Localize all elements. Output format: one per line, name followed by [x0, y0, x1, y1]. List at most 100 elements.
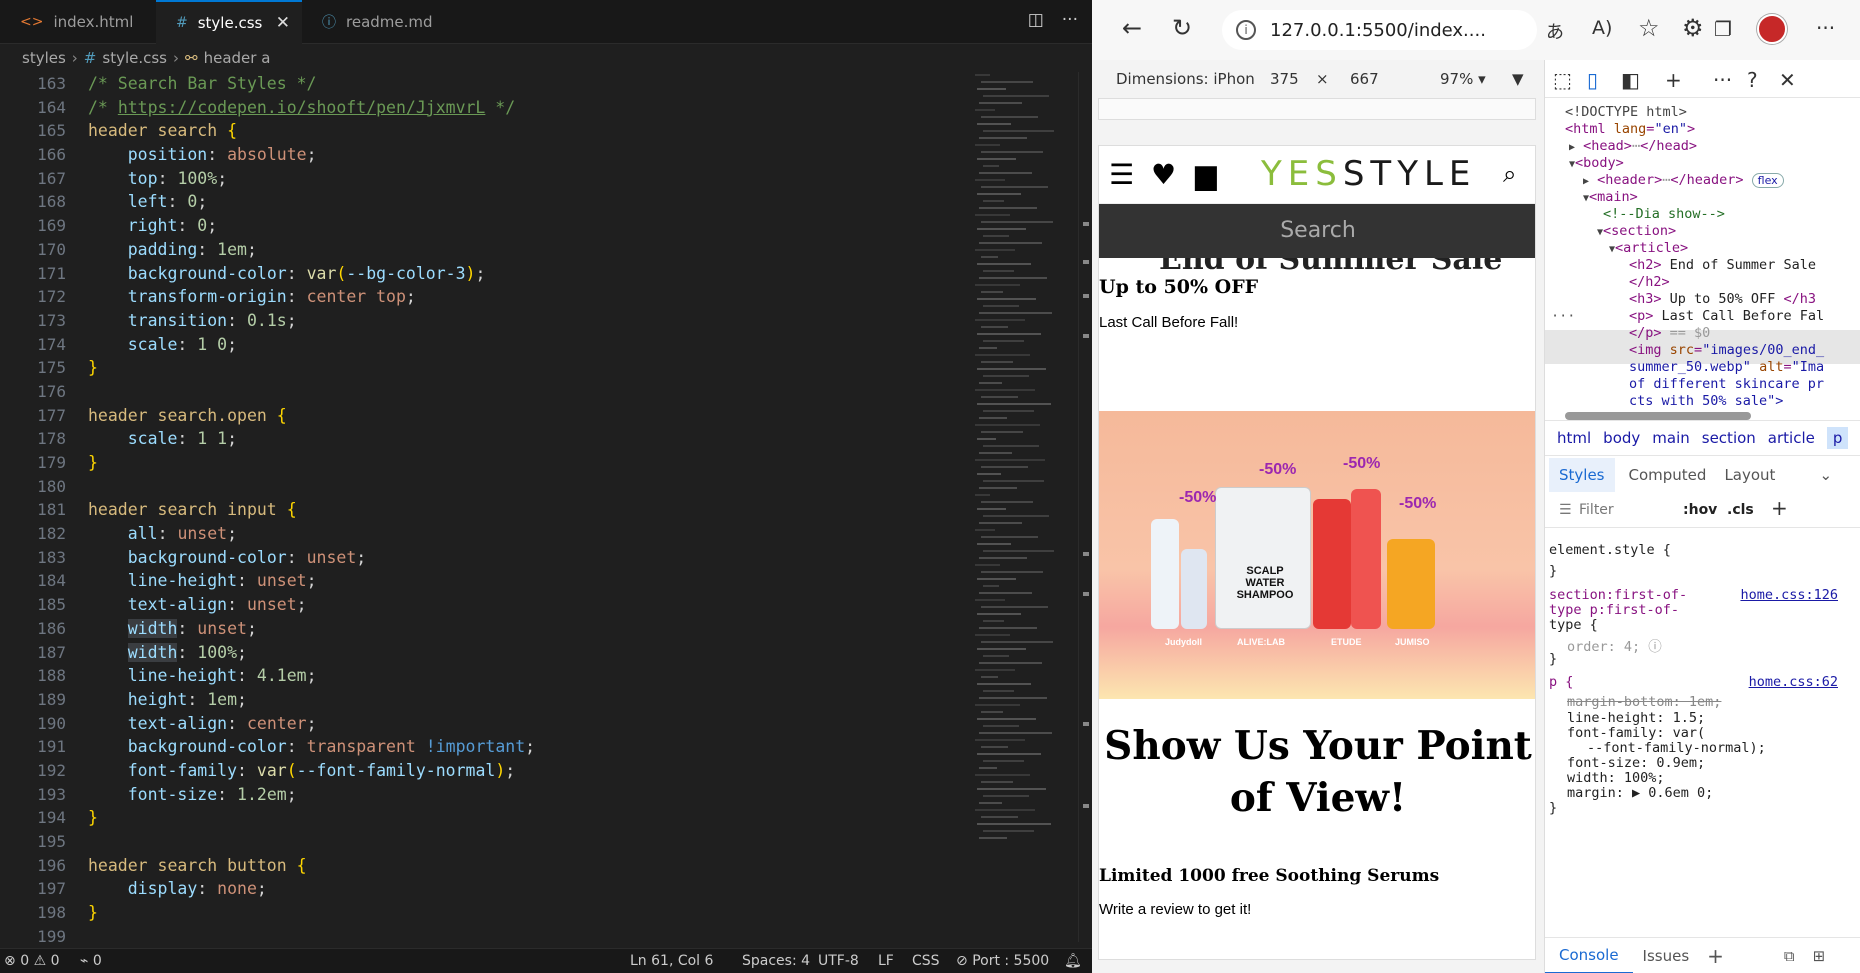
dom-node[interactable]: </p> == $0 [1629, 325, 1710, 341]
add-drawer-tab-icon[interactable]: + [1707, 944, 1724, 968]
tab-readme-md[interactable]: ⓘ readme.md [302, 0, 462, 44]
rule-declaration[interactable]: font-size: 0.9em; [1567, 755, 1705, 771]
close-tab-icon[interactable]: ✕ [276, 13, 290, 33]
source-link[interactable]: home.css:126 [1740, 587, 1838, 603]
back-arrow-icon[interactable]: ← [1122, 14, 1142, 42]
dom-node[interactable]: <html lang="en"> [1565, 121, 1695, 137]
rule-selector[interactable]: element.style { [1549, 542, 1671, 558]
dock-drawer-icon[interactable]: ⧉ [1784, 947, 1795, 965]
breadcrumb-item[interactable]: style.css [102, 49, 167, 67]
more-menu-icon[interactable]: ··· [1816, 16, 1835, 40]
new-rule-icon[interactable]: + [1771, 496, 1788, 520]
tab-console[interactable]: Console [1545, 938, 1633, 973]
dom-node[interactable]: <!--Dia show--> [1603, 206, 1725, 222]
rule-declaration[interactable]: font-family: var( [1567, 725, 1705, 741]
viewport-height-input[interactable]: 667 [1350, 70, 1379, 88]
code-area[interactable]: /* Search Bar Styles */ /* https://codep… [88, 72, 968, 948]
rule-selector[interactable]: section:first-of- [1549, 587, 1687, 603]
rule-declaration[interactable]: width: 100%; [1567, 770, 1665, 786]
rule-selector[interactable]: type p:first-of- [1549, 602, 1679, 618]
translate-icon[interactable]: あ [1546, 18, 1564, 44]
collections-icon[interactable]: ❐ [1714, 17, 1732, 41]
source-link[interactable]: home.css:62 [1749, 674, 1838, 690]
dom-node[interactable]: <p> Last Call Before Fal [1629, 308, 1824, 324]
tab-index-html[interactable]: <> index.html [0, 0, 156, 44]
rule-declaration[interactable]: order: 4; ⓘ [1567, 635, 1662, 655]
dom-node[interactable]: <!DOCTYPE html> [1565, 104, 1687, 120]
elements-tree[interactable]: <!DOCTYPE html> <html lang="en"> ▶ <head… [1545, 98, 1860, 408]
info-icon[interactable]: i [1236, 20, 1256, 40]
rule-declaration-overridden[interactable]: margin-bottom: 1em; [1567, 694, 1721, 710]
indentation[interactable]: Spaces: 4 [742, 953, 810, 969]
rule-declaration[interactable]: line-height: 1.5; [1567, 710, 1705, 726]
line-ending[interactable]: LF [878, 953, 894, 969]
device-toolbar-icon[interactable]: ▯ [1587, 68, 1598, 92]
zoom-select[interactable]: 97% ▾ [1440, 70, 1486, 88]
close-devtools-icon[interactable]: ✕ [1779, 68, 1796, 92]
info-icon[interactable]: ⓘ [1648, 639, 1662, 655]
dom-node[interactable]: cts with 50% sale"> [1629, 393, 1783, 408]
yesstyle-logo[interactable]: YESSTYLE [1261, 154, 1476, 194]
encoding[interactable]: UTF-8 [818, 953, 859, 969]
node-options-icon[interactable]: ··· [1551, 308, 1575, 324]
dom-node[interactable]: <h2> End of Summer Sale [1629, 257, 1816, 273]
breadcrumb-item[interactable]: styles [22, 49, 66, 67]
device-select[interactable]: Dimensions: iPhon [1116, 70, 1255, 88]
dom-node[interactable]: </h2> [1629, 274, 1670, 290]
tab-computed[interactable]: Computed [1629, 466, 1707, 484]
minimap[interactable] [975, 72, 1075, 942]
url-text[interactable]: 127.0.0.1:5500/index.... [1270, 20, 1486, 41]
dom-node[interactable]: summer_50.webp" alt="Ima [1629, 359, 1824, 375]
dom-node[interactable]: <h3> Up to 50% OFF </h3 [1629, 291, 1816, 307]
profile-avatar[interactable] [1757, 14, 1787, 44]
site-search-input[interactable]: Search [1099, 204, 1535, 258]
expand-drawer-icon[interactable]: ⊞ [1813, 947, 1826, 965]
language-mode[interactable]: CSS [912, 953, 940, 969]
breadcrumb-item[interactable]: header a [204, 49, 271, 67]
notification-bell-icon[interactable]: 🔔︎ [1064, 953, 1082, 969]
tab-styles[interactable]: Styles [1549, 458, 1615, 492]
class-toggle[interactable]: .cls [1727, 502, 1754, 518]
dom-node[interactable]: ▼<article> [1609, 240, 1688, 256]
hover-state-toggle[interactable]: :hov [1683, 502, 1717, 518]
hamburger-menu-icon[interactable]: ☰ [1109, 158, 1134, 191]
favorite-star-icon[interactable]: ☆ [1638, 14, 1660, 42]
live-server-port[interactable]: ⊘ Port : 5500 [956, 953, 1049, 969]
chevron-down-icon[interactable]: ⌄ [1819, 466, 1832, 484]
rule-declaration[interactable]: margin: ▶ 0.6em 0; [1567, 785, 1713, 801]
dom-node[interactable]: ▼<body> [1569, 155, 1624, 171]
shopping-bag-icon[interactable]: ▆ [1195, 158, 1217, 191]
inspect-element-icon[interactable]: ⬚ [1553, 68, 1572, 92]
dom-node[interactable]: ▶ <head>⋯</head> [1569, 138, 1697, 154]
search-icon[interactable]: ⌕ [1503, 160, 1516, 188]
heart-icon[interactable]: ♥ [1151, 158, 1176, 191]
dom-path-item-current[interactable]: p [1826, 427, 1849, 449]
extensions-icon[interactable]: ⚙ [1682, 14, 1704, 42]
problems-indicator[interactable]: ⊗ 0 ⚠ 0 [4, 953, 60, 969]
dom-node[interactable]: ▼<section> [1597, 223, 1676, 239]
dom-path-item[interactable]: section [1702, 429, 1756, 447]
read-aloud-icon[interactable]: A) [1592, 17, 1612, 39]
filter-input[interactable]: Filter [1579, 502, 1614, 518]
rule-selector[interactable]: type { [1549, 617, 1598, 633]
address-bar[interactable]: i 127.0.0.1:5500/index.... [1222, 10, 1537, 50]
dom-path-item[interactable]: article [1768, 429, 1815, 447]
dom-path-item[interactable]: main [1652, 429, 1689, 447]
more-actions-icon[interactable]: ··· [1062, 10, 1078, 30]
rule-selector[interactable]: p { [1549, 674, 1573, 690]
dom-node[interactable]: ▶ <header>⋯</header> flex [1583, 172, 1784, 188]
dom-node[interactable]: of different skincare pr [1629, 376, 1824, 392]
editor-scrollbar[interactable] [1078, 72, 1092, 942]
viewport-width-input[interactable]: 375 [1270, 70, 1299, 88]
dom-node[interactable]: <img src="images/00_end_ [1629, 342, 1824, 358]
split-editor-icon[interactable]: ◫ [1028, 10, 1044, 30]
more-tools-icon[interactable]: ··· [1713, 68, 1732, 92]
code-link[interactable]: https://codepen.io/shooft/pen/JjxmvrL [118, 98, 486, 117]
tab-layout[interactable]: Layout [1724, 466, 1775, 484]
ports-indicator[interactable]: ⌁ 0 [80, 953, 102, 969]
tab-style-css[interactable]: # style.css ✕ [156, 0, 302, 44]
rule-declaration[interactable]: --font-family-normal); [1587, 740, 1766, 756]
device-options-chevron-icon[interactable]: ▼ [1512, 70, 1524, 88]
dock-side-icon[interactable]: ◧ [1621, 68, 1640, 92]
dom-node[interactable]: ▼<main> [1583, 189, 1638, 205]
